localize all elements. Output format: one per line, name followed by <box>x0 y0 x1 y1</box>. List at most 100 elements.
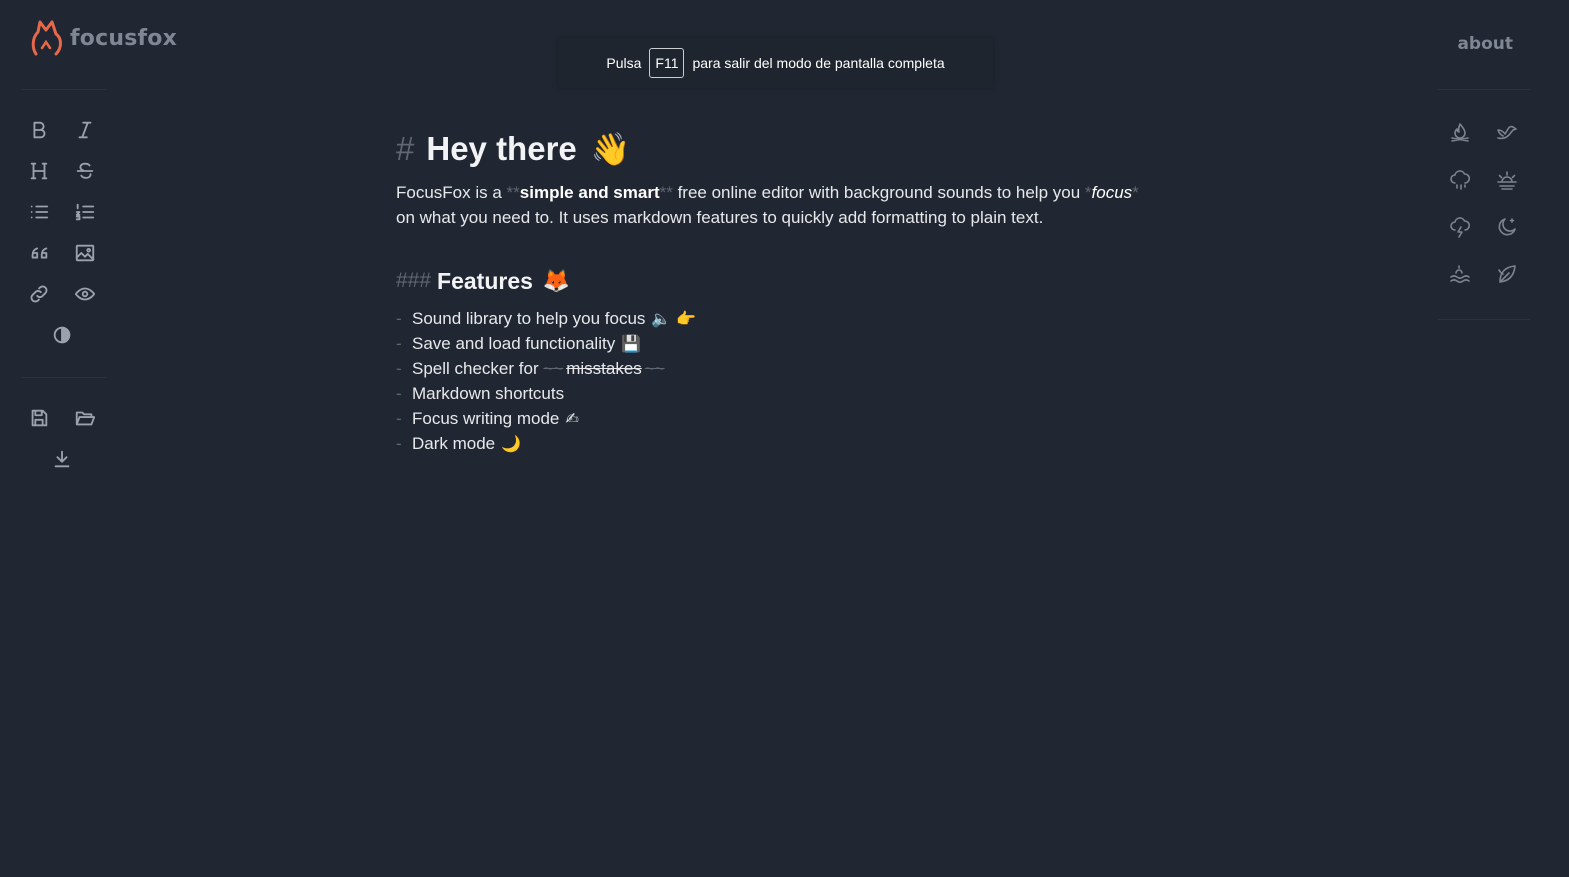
list-marker: - <box>396 359 402 378</box>
waves-icon <box>1450 265 1470 283</box>
list-item-text: Markdown shortcuts <box>412 384 565 403</box>
italic-icon <box>78 121 92 139</box>
save-icon <box>31 409 48 427</box>
logo[interactable]: focusfox <box>30 18 177 58</box>
list-item-emoji: 💾 <box>621 334 642 353</box>
preview-eye-icon <box>74 287 96 301</box>
download-icon <box>54 450 70 468</box>
list-item-text: Spell checker for <box>412 359 544 378</box>
divider <box>22 89 106 90</box>
strike-marker: ~~ <box>543 359 564 378</box>
list-item-text: Focus writing mode <box>412 409 560 428</box>
list-item-text: Dark mode <box>412 434 496 453</box>
sound-rain-button[interactable] <box>1444 164 1476 196</box>
intro-paragraph: FocusFox is a **simple and smart** free … <box>396 180 1156 230</box>
sunrise-icon <box>1497 171 1517 190</box>
markdown-editor[interactable]: # Hey there 👋 FocusFox is a **simple and… <box>396 120 1156 456</box>
para-text: free online editor with background sound… <box>672 183 1085 202</box>
doc-heading-3: ### Features 🦊 <box>396 264 1156 298</box>
storm-icon <box>1450 217 1471 238</box>
notice-key: F11 <box>649 48 685 78</box>
numbered-list-icon <box>75 203 95 221</box>
heading-text: Hey there <box>426 130 577 167</box>
italic-text: focus <box>1091 183 1133 202</box>
preview-button[interactable] <box>69 278 101 310</box>
bold-marker: ** <box>506 183 520 202</box>
sound-campfire-button[interactable] <box>1444 117 1476 149</box>
open-folder-icon <box>75 411 96 426</box>
heading-marker: ### <box>396 269 432 292</box>
sound-night-button[interactable] <box>1491 211 1523 243</box>
bold-text: simple and smart <box>519 183 660 202</box>
notice-text-after: para salir del modo de pantalla completa <box>692 55 945 71</box>
list-item: - Sound library to help you focus 🔈 👉 <box>396 306 1156 331</box>
heading-marker: # <box>396 130 415 167</box>
sound-forest-button[interactable] <box>1491 258 1523 290</box>
quote-button[interactable] <box>23 237 55 269</box>
bold-button[interactable] <box>23 114 55 146</box>
contrast-icon <box>53 326 71 344</box>
image-icon <box>75 244 95 262</box>
divider <box>1438 319 1530 320</box>
save-button[interactable] <box>23 402 55 434</box>
open-button[interactable] <box>69 402 101 434</box>
fox-logo-icon <box>31 20 62 56</box>
para-text: FocusFox is a <box>396 183 507 202</box>
quote-icon <box>31 247 48 259</box>
sound-sunrise-button[interactable] <box>1491 164 1523 196</box>
divider <box>1438 89 1530 90</box>
fullscreen-notice: Pulsa F11 para salir del modo de pantall… <box>558 38 993 88</box>
italic-marker: * <box>1132 183 1139 202</box>
bullet-list-button[interactable] <box>23 196 55 228</box>
night-icon <box>1498 218 1516 236</box>
list-item-emoji: ✍ <box>565 409 579 428</box>
divider <box>22 377 106 378</box>
list-item-emoji: 🔈 👉 <box>651 309 697 328</box>
bold-marker: ** <box>659 183 673 202</box>
list-marker: - <box>396 409 402 428</box>
sound-storm-button[interactable] <box>1444 211 1476 243</box>
theme-toggle-button[interactable] <box>46 319 78 351</box>
italic-marker: * <box>1084 183 1092 202</box>
image-button[interactable] <box>69 237 101 269</box>
heading-button[interactable] <box>23 155 55 187</box>
italic-button[interactable] <box>69 114 101 146</box>
numbered-list-button[interactable] <box>69 196 101 228</box>
strike-text: misstakes <box>566 359 642 378</box>
link-button[interactable] <box>23 278 55 310</box>
list-item: - Markdown shortcuts <box>396 381 1156 406</box>
list-marker: - <box>396 434 402 453</box>
brand-name: focusfox <box>70 25 177 51</box>
features-list: - Sound library to help you focus 🔈 👉 - Sav… <box>396 306 1156 456</box>
notice-text-before: Pulsa <box>606 55 642 71</box>
rain-icon <box>1450 170 1471 190</box>
fox-emoji: 🦊 <box>542 268 571 294</box>
list-item: - Focus writing mode ✍ <box>396 406 1156 431</box>
sound-waves-button[interactable] <box>1444 258 1476 290</box>
leaf-icon <box>1498 265 1516 283</box>
download-button[interactable] <box>46 443 78 475</box>
list-item-emoji: 🌙 <box>501 434 522 453</box>
bullet-list-icon <box>30 205 49 219</box>
sound-birds-button[interactable] <box>1491 117 1523 149</box>
wave-emoji: 👋 <box>590 130 631 168</box>
strike-marker: ~~ <box>644 359 665 378</box>
about-link[interactable]: about <box>1457 34 1513 54</box>
list-item: - Dark mode 🌙 <box>396 431 1156 456</box>
strikethrough-button[interactable] <box>69 155 101 187</box>
list-item-text: Save and load functionality <box>412 334 616 353</box>
strikethrough-icon <box>76 162 94 179</box>
link-icon <box>30 285 48 303</box>
heading-text: Features <box>437 267 533 294</box>
list-marker: - <box>396 309 402 328</box>
doc-heading-1: # Hey there 👋 <box>396 120 1156 178</box>
campfire-icon <box>1451 123 1469 142</box>
list-item: - Spell checker for ~~ misstakes ~~ <box>396 356 1156 381</box>
list-marker: - <box>396 384 402 403</box>
bird-icon <box>1497 125 1517 140</box>
bold-icon <box>33 121 46 139</box>
list-marker: - <box>396 334 402 353</box>
para-text: on what you need to. It uses markdown fe… <box>396 208 1044 227</box>
list-item-text: Sound library to help you focus <box>412 309 646 328</box>
heading-icon <box>30 162 48 180</box>
